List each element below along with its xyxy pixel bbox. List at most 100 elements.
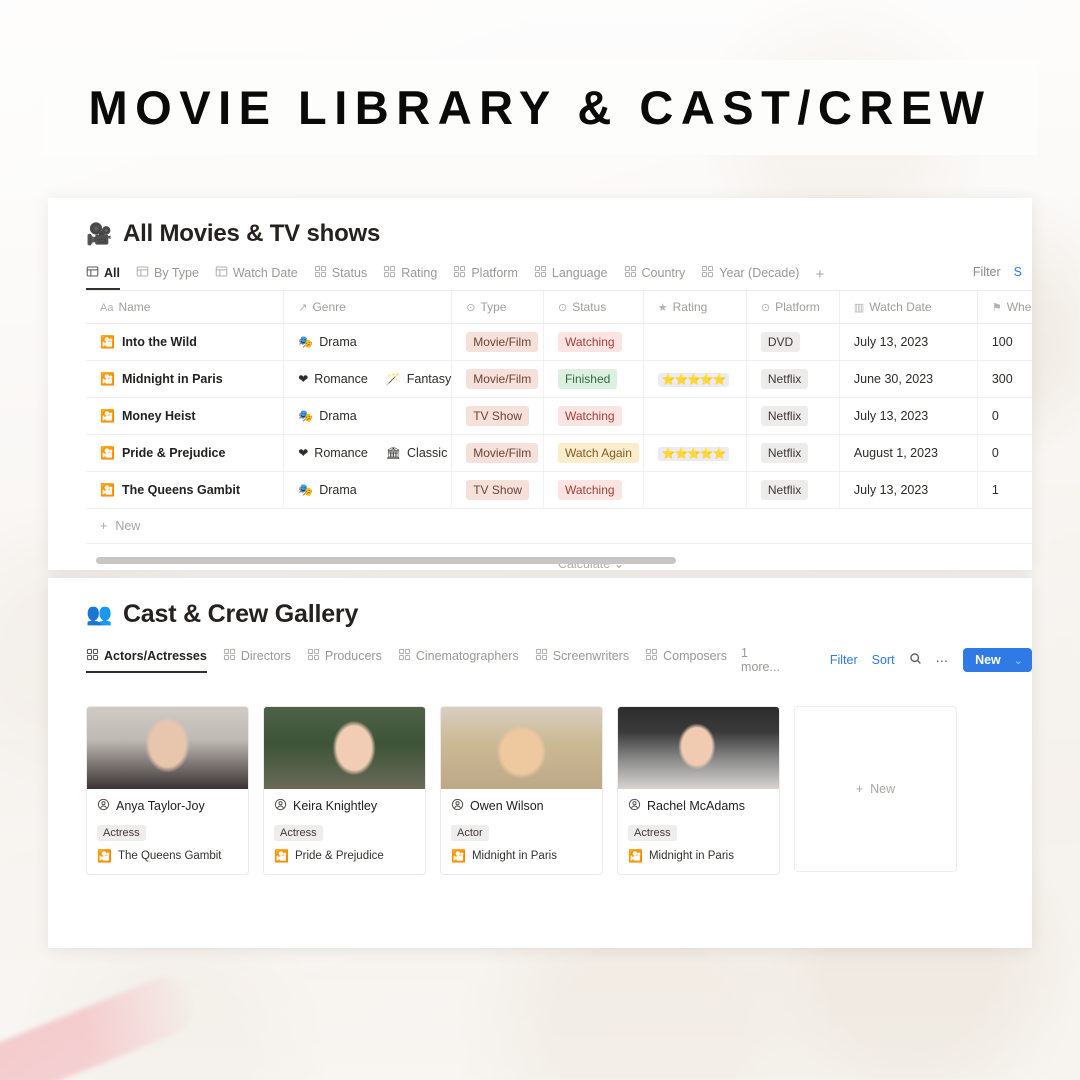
cell-status[interactable]: Watch Again: [543, 434, 644, 472]
cell-type[interactable]: Movie/Film: [451, 434, 544, 472]
cell-platform[interactable]: Netflix: [746, 360, 840, 398]
gallery-filter-button[interactable]: Filter: [830, 653, 858, 667]
cell-status[interactable]: Finished: [543, 360, 644, 398]
cell-platform[interactable]: Netflix: [746, 397, 840, 435]
search-icon[interactable]: [909, 652, 922, 668]
cell-watch-date[interactable]: July 13, 2023: [839, 471, 978, 509]
cell-type[interactable]: TV Show: [451, 471, 544, 509]
column-header-status[interactable]: ⊙ Status: [543, 291, 644, 324]
cell-name[interactable]: 🎦 Midnight in Paris: [86, 360, 285, 398]
movies-view-tab-all[interactable]: All: [86, 265, 120, 290]
movies-view-tab-status[interactable]: Status: [314, 265, 367, 290]
column-header-where-i-a[interactable]: ⚑ Where I a: [977, 291, 1032, 324]
cell-genre[interactable]: ❤ Romance 🏛 Classic: [283, 434, 453, 472]
cell-name[interactable]: 🎦 Pride & Prejudice: [86, 434, 285, 472]
cell-type[interactable]: Movie/Film: [451, 323, 544, 361]
related-movie-row[interactable]: 🎦 The Queens Gambit: [97, 850, 238, 862]
cell-watch-date[interactable]: August 1, 2023: [839, 434, 978, 472]
movies-filter-button[interactable]: Filter: [973, 265, 1001, 279]
column-header-rating[interactable]: ★ Rating: [643, 291, 747, 324]
cell-platform[interactable]: Netflix: [746, 434, 840, 472]
ellipsis-icon[interactable]: ⋯: [936, 653, 950, 668]
cell-name[interactable]: 🎦 Into the Wild: [86, 323, 285, 361]
movies-sort-button[interactable]: S: [1014, 265, 1022, 279]
movies-view-tab-year-decade[interactable]: Year (Decade): [701, 265, 799, 290]
cell-type[interactable]: TV Show: [451, 397, 544, 435]
cell-status[interactable]: Watching: [543, 397, 644, 435]
genre-tag[interactable]: 🪄 Fantasy: [386, 372, 451, 386]
table-row[interactable]: 🎦 Pride & Prejudice ❤ Romance 🏛 Classic Movie/…: [86, 434, 1032, 472]
gallery-more-views[interactable]: 1 more...: [741, 646, 788, 674]
column-header-type[interactable]: ⊙ Type: [451, 291, 544, 324]
scrollbar-thumb[interactable]: [96, 557, 676, 564]
related-movie-row[interactable]: 🎦 Midnight in Paris: [451, 850, 592, 862]
gallery-view-tab-directors[interactable]: Directors: [223, 648, 291, 673]
cell-watch-date[interactable]: July 13, 2023: [839, 323, 978, 361]
gallery-new-button[interactable]: New ⌄: [963, 648, 1032, 672]
cell-rating[interactable]: ⭐⭐⭐⭐⭐: [643, 360, 747, 398]
table-row[interactable]: 🎦 Midnight in Paris ❤ Romance 🪄 Fantasy Movie/…: [86, 360, 1032, 398]
cell-where[interactable]: 0: [977, 434, 1032, 472]
gallery-view-tab-composers[interactable]: Composers: [645, 648, 727, 673]
gallery-view-icon: [453, 265, 466, 281]
gallery-sort-button[interactable]: Sort: [872, 653, 895, 667]
cell-rating[interactable]: ⭐⭐⭐⭐⭐: [643, 434, 747, 472]
cell-where[interactable]: 100: [977, 323, 1032, 361]
cell-platform[interactable]: DVD: [746, 323, 840, 361]
cell-watch-date[interactable]: June 30, 2023: [839, 360, 978, 398]
movies-view-tab-platform[interactable]: Platform: [453, 265, 518, 290]
genre-tag[interactable]: 🎭 Drama: [298, 335, 356, 349]
movies-add-view-button[interactable]: +: [815, 266, 824, 290]
gallery-new-card[interactable]: + New: [794, 706, 957, 872]
gallery-card[interactable]: Owen Wilson Actor 🎦 Midnight in Paris: [440, 706, 603, 875]
movies-horizontal-scrollbar[interactable]: [96, 557, 1032, 564]
gallery-view-tab-actors-actresses[interactable]: Actors/Actresses: [86, 648, 207, 673]
cell-status[interactable]: Watching: [543, 323, 644, 361]
role-badge: Actress: [274, 825, 323, 841]
movies-view-tab-language[interactable]: Language: [534, 265, 608, 290]
cell-rating[interactable]: [643, 471, 747, 509]
cell-rating[interactable]: [643, 323, 747, 361]
genre-tag[interactable]: 🎭 Drama: [298, 409, 356, 423]
movies-view-tab-watch-date[interactable]: Watch Date: [215, 265, 298, 290]
cell-status[interactable]: Watching: [543, 471, 644, 509]
watch-date-value: July 13, 2023: [853, 409, 929, 423]
genre-tag[interactable]: ❤ Romance: [298, 372, 368, 386]
related-movie-row[interactable]: 🎦 Pride & Prejudice: [274, 850, 415, 862]
movies-view-tab-rating[interactable]: Rating: [383, 265, 437, 290]
genre-tag[interactable]: ❤ Romance: [298, 446, 368, 460]
table-row[interactable]: 🎦 The Queens Gambit 🎭 Drama TV Show Watching N…: [86, 471, 1032, 509]
table-row[interactable]: 🎦 Into the Wild 🎭 Drama Movie/Film Watching DV…: [86, 323, 1032, 361]
movies-view-tab-country[interactable]: Country: [624, 265, 685, 290]
genre-tag[interactable]: 🎭 Drama: [298, 483, 356, 497]
movies-new-row[interactable]: + New: [86, 509, 1032, 544]
cell-genre[interactable]: 🎭 Drama: [283, 323, 453, 361]
genre-tag[interactable]: 🏛 Classic: [386, 446, 448, 460]
gallery-view-tab-screenwriters[interactable]: Screenwriters: [535, 648, 629, 673]
cell-where[interactable]: 300: [977, 360, 1032, 398]
chevron-down-icon[interactable]: ⌄: [1014, 654, 1023, 667]
cell-platform[interactable]: Netflix: [746, 471, 840, 509]
movies-view-tab-by-type[interactable]: By Type: [136, 265, 199, 290]
related-movie-row[interactable]: 🎦 Midnight in Paris: [628, 850, 769, 862]
cell-genre[interactable]: 🎭 Drama: [283, 471, 453, 509]
cell-genre[interactable]: ❤ Romance 🪄 Fantasy: [283, 360, 453, 398]
table-row[interactable]: 🎦 Money Heist 🎭 Drama TV Show Watching Netflix…: [86, 397, 1032, 435]
column-header-name[interactable]: Aa Name: [86, 291, 285, 324]
cell-watch-date[interactable]: July 13, 2023: [839, 397, 978, 435]
cell-genre[interactable]: 🎭 Drama: [283, 397, 453, 435]
column-header-watch-date[interactable]: ▥ Watch Date: [839, 291, 978, 324]
cell-name[interactable]: 🎦 Money Heist: [86, 397, 285, 435]
gallery-card[interactable]: Keira Knightley Actress 🎦 Pride & Prejudice: [263, 706, 426, 875]
cell-rating[interactable]: [643, 397, 747, 435]
gallery-view-tab-producers[interactable]: Producers: [307, 648, 382, 673]
gallery-card[interactable]: Anya Taylor-Joy Actress 🎦 The Queens Gambit: [86, 706, 249, 875]
cell-where[interactable]: 1: [977, 471, 1032, 509]
gallery-view-tab-cinematographers[interactable]: Cinematographers: [398, 648, 519, 673]
cell-type[interactable]: Movie/Film: [451, 360, 544, 398]
cell-where[interactable]: 0: [977, 397, 1032, 435]
column-header-genre[interactable]: ↗ Genre: [283, 291, 453, 324]
cell-name[interactable]: 🎦 The Queens Gambit: [86, 471, 285, 509]
gallery-card[interactable]: Rachel McAdams Actress 🎦 Midnight in Paris: [617, 706, 780, 875]
column-header-platform[interactable]: ⊙ Platform: [746, 291, 840, 324]
